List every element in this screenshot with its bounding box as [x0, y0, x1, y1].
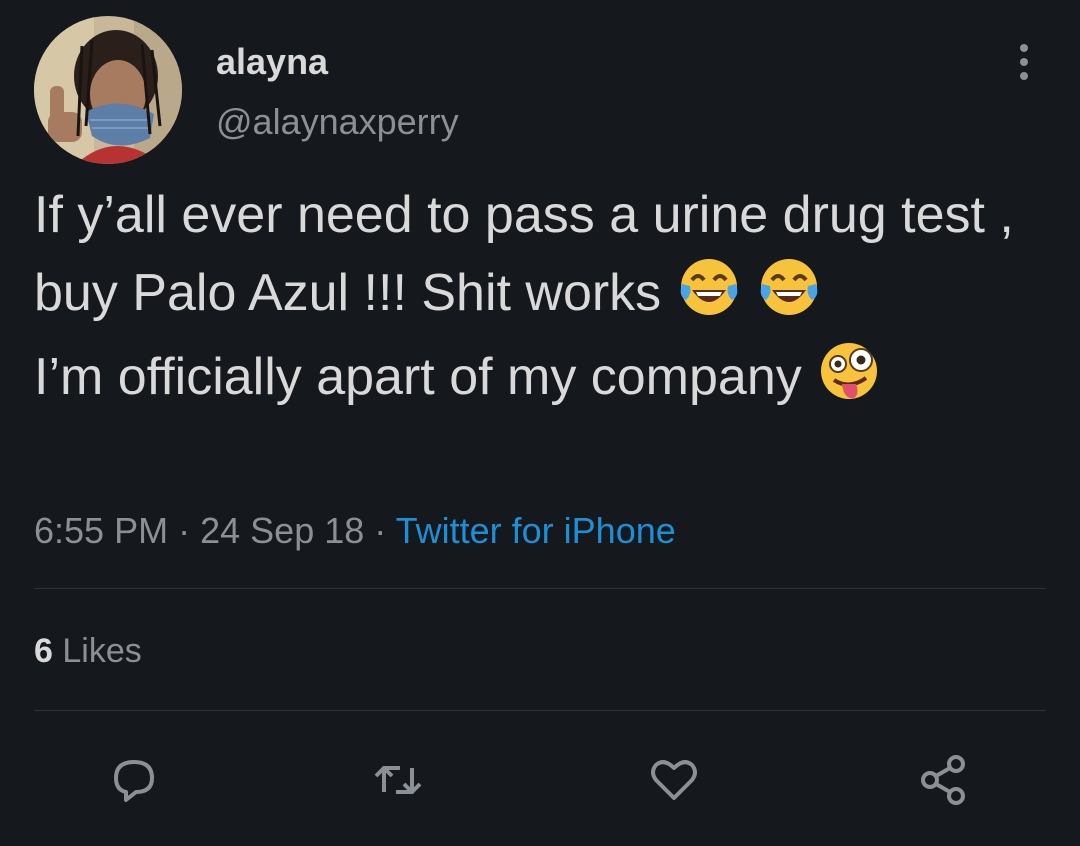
tweet-text-1: If y’all ever need to pass a urine drug … [34, 186, 1014, 322]
reply-icon [114, 760, 154, 802]
likes-count: 6 [34, 632, 53, 670]
more-options-button[interactable] [1004, 40, 1044, 84]
display-name[interactable]: alayna [216, 40, 328, 84]
tweet-text-2: I’m officially apart of my company [34, 348, 817, 406]
tweet-body: If y’all ever need to pass a urine drug … [34, 176, 1044, 416]
meta-separator: · [178, 510, 191, 551]
tweet-source-link[interactable]: Twitter for iPhone [396, 510, 676, 551]
retweet-button[interactable] [370, 752, 426, 808]
tweet-detail: alayna @alaynaxperry If y’all ever need … [0, 0, 1080, 846]
like-icon [651, 760, 697, 800]
tweet-line-2: I’m officially apart of my company [34, 338, 1044, 416]
share-button[interactable] [916, 752, 972, 808]
meta-separator: · [374, 510, 387, 551]
more-vertical-icon [1020, 44, 1028, 80]
face-with-tears-of-joy-icon [680, 259, 737, 315]
zany-face-icon [821, 343, 878, 399]
tweet-time: 6:55 PM [34, 510, 169, 551]
share-icon [921, 755, 965, 805]
reply-button[interactable] [106, 752, 162, 808]
like-button[interactable] [646, 752, 702, 808]
tweet-metadata: 6:55 PM · 24 Sep 18 · Twitter for iPhone [34, 508, 676, 554]
tweet-date: 24 Sep 18 [200, 510, 365, 551]
avatar[interactable] [34, 16, 182, 164]
face-with-tears-of-joy-icon [760, 259, 818, 315]
likes-stat[interactable]: 6 Likes [34, 630, 142, 672]
avatar-photo [34, 16, 182, 164]
divider [34, 588, 1046, 589]
tweet-line-1: If y’all ever need to pass a urine drug … [34, 176, 1044, 332]
divider [34, 710, 1046, 711]
retweet-icon [374, 766, 422, 794]
likes-label: Likes [62, 632, 142, 670]
user-handle[interactable]: @alaynaxperry [216, 100, 459, 144]
